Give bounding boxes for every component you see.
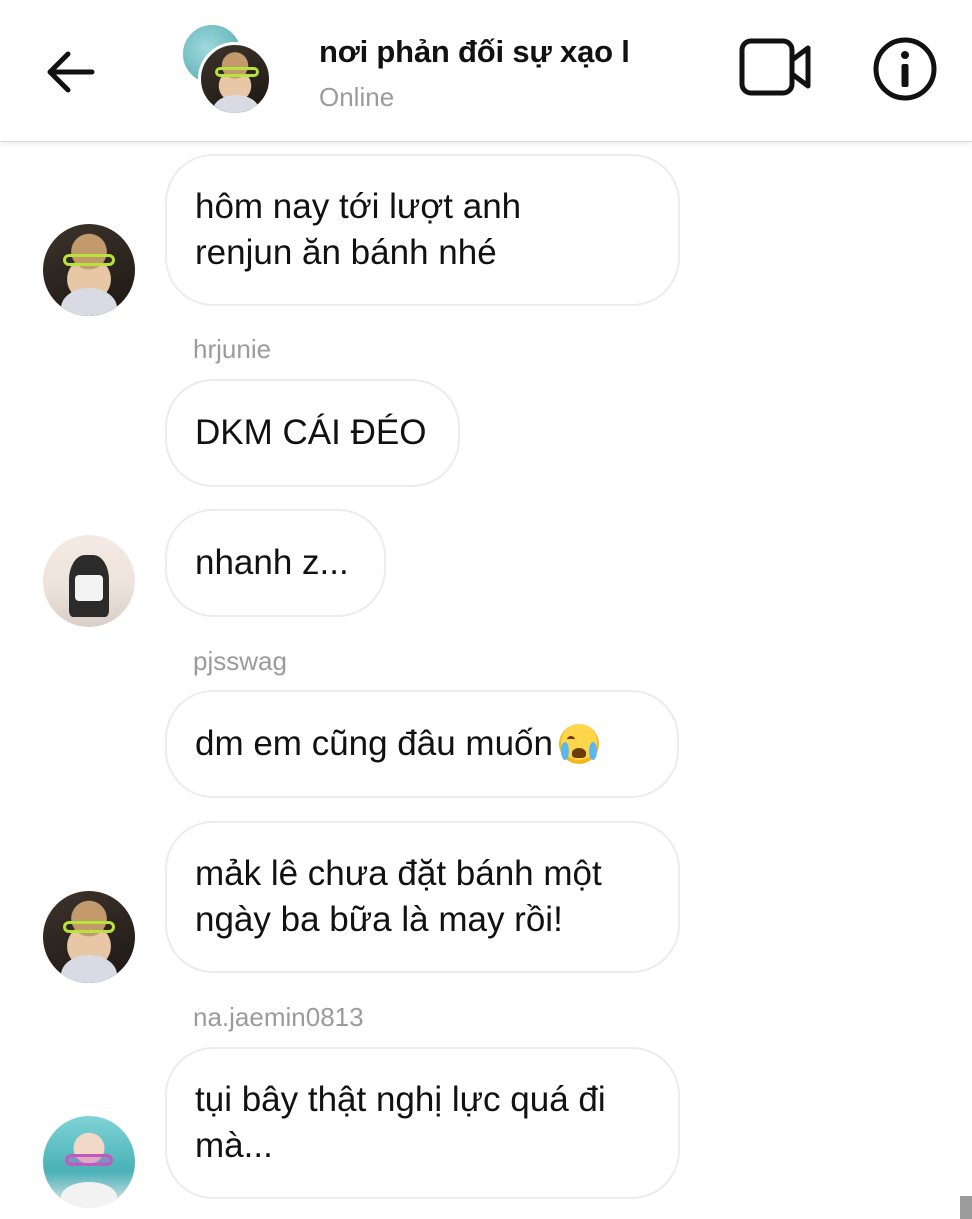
sender-avatar[interactable] <box>43 224 135 316</box>
online-status: Online <box>319 82 395 112</box>
video-camera-icon <box>739 38 811 96</box>
scrollbar-thumb[interactable] <box>960 1196 972 1219</box>
message-text: dm em cũng đâu muốn <box>195 724 553 763</box>
message-bubble[interactable]: mảk lê chưa đặt bánh một ngày ba bữa là … <box>165 821 680 973</box>
message-bubble[interactable]: tụi bây thật nghị lực quá đi mà... <box>165 1047 680 1199</box>
message-text-line: ngày ba bữa là may rồi! <box>195 900 563 939</box>
sender-username: na.jaemin0813 <box>193 1002 364 1032</box>
info-icon <box>873 37 937 101</box>
info-button[interactable] <box>872 36 938 102</box>
sender-username: hrjunie <box>193 334 272 364</box>
message-text-line: tụi bây thật nghị lực quá đi <box>195 1080 606 1119</box>
group-avatar-front <box>198 42 272 116</box>
group-avatar[interactable] <box>180 22 272 116</box>
back-button[interactable] <box>40 42 100 102</box>
message-text-line: mà... <box>195 1126 273 1165</box>
chat-title-block[interactable]: nơi phản đối sự xạo l Online <box>319 34 630 113</box>
chat-title: nơi phản đối sự xạo l <box>319 34 630 69</box>
sender-avatar[interactable] <box>43 1116 135 1208</box>
message-bubble[interactable]: nhanh z... <box>165 509 386 617</box>
message-text: nhanh z... <box>195 543 349 582</box>
arrow-left-icon <box>47 51 95 93</box>
message-text-line: mảk lê chưa đặt bánh một <box>195 854 602 893</box>
sender-username: pjsswag <box>193 646 287 676</box>
message-bubble[interactable]: hôm nay tới lượt anh renjun ăn bánh nhé <box>165 154 680 306</box>
chat-screen: nơi phản đối sự xạo l Online hôm nay tới… <box>0 0 972 1219</box>
message-text-line: renjun ăn bánh nhé <box>195 233 497 272</box>
sender-avatar[interactable] <box>43 891 135 983</box>
loudly-crying-face-icon <box>558 724 599 764</box>
message-bubble[interactable]: dm em cũng đâu muốn <box>165 690 679 798</box>
chat-header: nơi phản đối sự xạo l Online <box>0 0 972 142</box>
message-bubble[interactable]: DKM CÁI ĐÉO <box>165 379 460 487</box>
message-text: DKM CÁI ĐÉO <box>195 413 427 452</box>
sender-avatar[interactable] <box>43 535 135 627</box>
video-call-button[interactable] <box>738 36 814 98</box>
message-text-line: hôm nay tới lượt anh <box>195 187 522 226</box>
